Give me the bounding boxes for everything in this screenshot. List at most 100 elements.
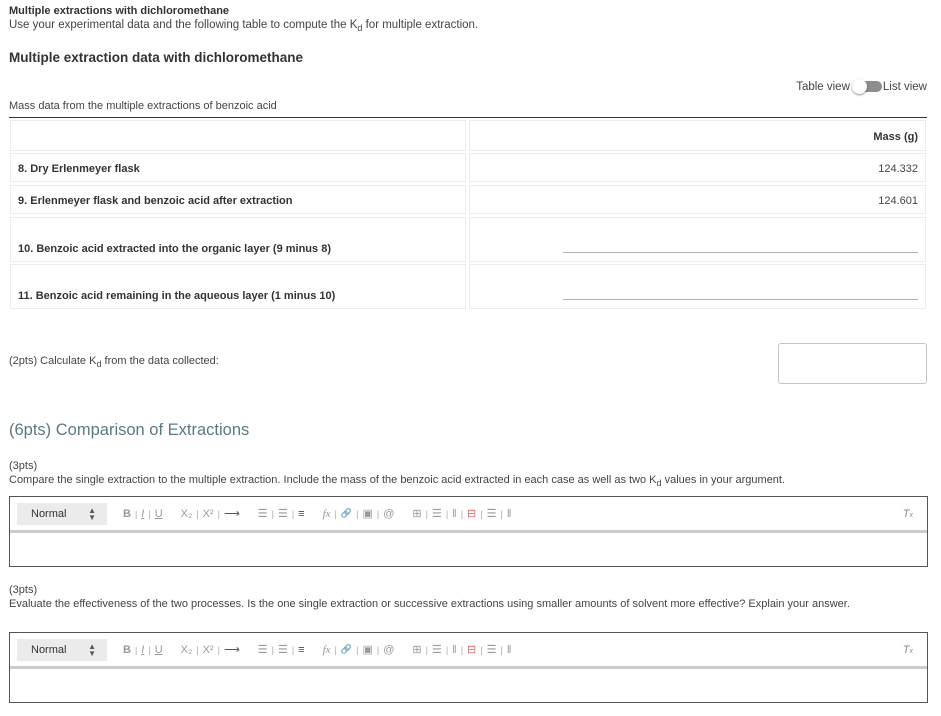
- toolbar-separator: |: [356, 644, 359, 655]
- toolbar-separator: |: [356, 508, 359, 519]
- table-tools-group: ⊞ | ☰ | ‖ | ⊟ | ☰ | ‖: [410, 507, 513, 521]
- table-header-cell: Mass (g): [469, 120, 926, 151]
- toolbar-separator: |: [334, 508, 337, 519]
- toolbar-separator: |: [134, 508, 138, 519]
- editor-toolbar: Normal ▲ ▼ B | I | U X₂ | X² | ⟶ ☰ | ☰ | ≡ fx | …: [10, 497, 927, 533]
- question-2-points: (3pts): [9, 584, 38, 596]
- row-value: 124.332: [878, 163, 918, 175]
- delete-row-icon[interactable]: ☰: [487, 507, 497, 520]
- row-label: 11. Benzoic acid remaining in the aqueou…: [18, 290, 336, 302]
- toolbar-separator: |: [196, 644, 199, 655]
- image-icon[interactable]: ▣: [362, 507, 372, 520]
- toolbar-separator: |: [334, 644, 337, 655]
- formula-icon[interactable]: fx: [323, 644, 331, 656]
- clear-format-glyph: T: [902, 508, 910, 520]
- view-toggle[interactable]: Table view List view: [796, 79, 927, 94]
- italic-icon[interactable]: I: [141, 644, 144, 656]
- subscript-icon[interactable]: X₂: [181, 644, 193, 656]
- table-header-empty-cell: [10, 120, 466, 151]
- toolbar-separator: |: [500, 508, 503, 519]
- underline-icon[interactable]: U: [155, 508, 163, 520]
- table-row-label-cell: 8. Dry Erlenmeyer flask: [10, 153, 466, 182]
- align-icon[interactable]: ≡: [298, 644, 304, 656]
- list-view-label[interactable]: List view: [883, 81, 927, 93]
- intro-text: Use your experimental data and the follo…: [9, 19, 479, 33]
- clear-format-icon[interactable]: Tx: [903, 508, 913, 520]
- ordered-list-icon[interactable]: ☰: [258, 643, 268, 656]
- bullet-list-icon[interactable]: ☰: [278, 643, 288, 656]
- rich-text-editor-1: Normal ▲ ▼ B | I | U X₂ | X² | ⟶ ☰ | ☰ | ≡ fx | …: [9, 496, 928, 567]
- insert-column-icon[interactable]: ‖: [452, 644, 457, 656]
- table-heading: Multiple extraction data with dichlorome…: [9, 50, 304, 65]
- link-icon[interactable]: 🔗: [341, 644, 352, 655]
- attachment-icon[interactable]: @: [383, 508, 394, 520]
- question-1-text: Compare the single extraction to the mul…: [9, 474, 929, 488]
- subscript-icon[interactable]: X₂: [181, 508, 193, 520]
- link-icon[interactable]: 🔗: [341, 508, 352, 519]
- superscript-icon[interactable]: X²: [203, 644, 214, 656]
- aqueous-layer-mass-input[interactable]: [563, 299, 918, 300]
- table-tools-group: ⊞ | ☰ | ‖ | ⊟ | ☰ | ‖: [410, 643, 513, 657]
- delete-table-icon[interactable]: ⊟: [467, 507, 476, 520]
- text-style-group: B | I | U: [121, 644, 165, 656]
- ordered-list-icon[interactable]: ☰: [258, 507, 268, 520]
- table-view-label[interactable]: Table view: [796, 81, 850, 93]
- align-icon[interactable]: ≡: [298, 508, 304, 520]
- attachment-icon[interactable]: @: [383, 644, 394, 656]
- list-group: ☰ | ☰ | ≡: [256, 643, 307, 657]
- kd-answer-input[interactable]: [778, 343, 927, 384]
- format-select-value: Normal: [31, 507, 67, 520]
- toolbar-separator: |: [148, 644, 151, 655]
- toolbar-separator: |: [425, 508, 428, 519]
- insert-group: fx | 🔗 | ▣ | @: [321, 507, 397, 521]
- kd-prompt-part: from the data collected:: [101, 355, 219, 367]
- insert-row-icon[interactable]: ☰: [432, 643, 442, 656]
- bullet-list-icon[interactable]: ☰: [278, 507, 288, 520]
- superscript-icon[interactable]: X²: [203, 508, 214, 520]
- delete-table-icon[interactable]: ⊟: [467, 643, 476, 656]
- format-select[interactable]: Normal ▲ ▼: [17, 502, 107, 525]
- clear-format-x: x: [909, 648, 914, 655]
- question-text-part: values in your argument.: [661, 474, 786, 486]
- insert-table-icon[interactable]: ⊞: [412, 643, 421, 656]
- underline-icon[interactable]: U: [155, 644, 163, 656]
- table-top-border: [9, 117, 927, 118]
- insert-table-icon[interactable]: ⊞: [412, 507, 421, 520]
- question-2-text: Evaluate the effectiveness of the two pr…: [9, 598, 850, 610]
- image-icon[interactable]: ▣: [362, 643, 372, 656]
- insert-row-icon[interactable]: ☰: [432, 507, 442, 520]
- formula-icon[interactable]: fx: [323, 508, 331, 520]
- rich-text-editor-2: Normal ▲ ▼ B | I | U X₂ | X² | ⟶ ☰ | ☰ | ≡ fx | …: [9, 632, 928, 703]
- bold-icon[interactable]: B: [123, 644, 131, 656]
- format-select[interactable]: Normal ▲ ▼: [17, 638, 107, 661]
- question-1-points: (3pts): [9, 460, 38, 472]
- table-row-value-cell: 124.601: [469, 185, 926, 214]
- toolbar-separator: |: [480, 644, 483, 655]
- comparison-section-title: (6pts) Comparison of Extractions: [9, 421, 250, 439]
- clear-format-glyph: T: [902, 644, 910, 656]
- indent-arrow-icon[interactable]: ⟶: [224, 643, 240, 656]
- switch-thumb[interactable]: [851, 79, 867, 94]
- toolbar-separator: |: [196, 508, 199, 519]
- toolbar-separator: |: [217, 644, 220, 655]
- intro-text-part: Use your experimental data and the follo…: [9, 19, 358, 31]
- editor-1-content[interactable]: [10, 533, 927, 566]
- delete-column-icon[interactable]: ‖: [507, 508, 512, 520]
- insert-column-icon[interactable]: ‖: [452, 508, 457, 520]
- editor-toolbar: Normal ▲ ▼ B | I | U X₂ | X² | ⟶ ☰ | ☰ | ≡ fx | …: [10, 633, 927, 669]
- mass-column-header: Mass (g): [873, 131, 918, 143]
- editor-2-content[interactable]: [10, 669, 927, 702]
- toolbar-separator: |: [445, 644, 449, 655]
- clear-format-icon[interactable]: Tx: [903, 644, 913, 656]
- view-switch[interactable]: [851, 79, 882, 94]
- bold-icon[interactable]: B: [123, 508, 131, 520]
- indent-arrow-icon[interactable]: ⟶: [224, 507, 240, 520]
- toolbar-separator: |: [460, 644, 464, 655]
- italic-icon[interactable]: I: [141, 508, 144, 520]
- clear-format-x: x: [909, 512, 914, 519]
- delete-row-icon[interactable]: ☰: [487, 643, 497, 656]
- intro-text-part: for multiple extraction.: [362, 19, 479, 31]
- delete-column-icon[interactable]: ‖: [507, 644, 512, 656]
- organic-layer-mass-input[interactable]: [563, 252, 918, 253]
- toolbar-separator: |: [480, 508, 483, 519]
